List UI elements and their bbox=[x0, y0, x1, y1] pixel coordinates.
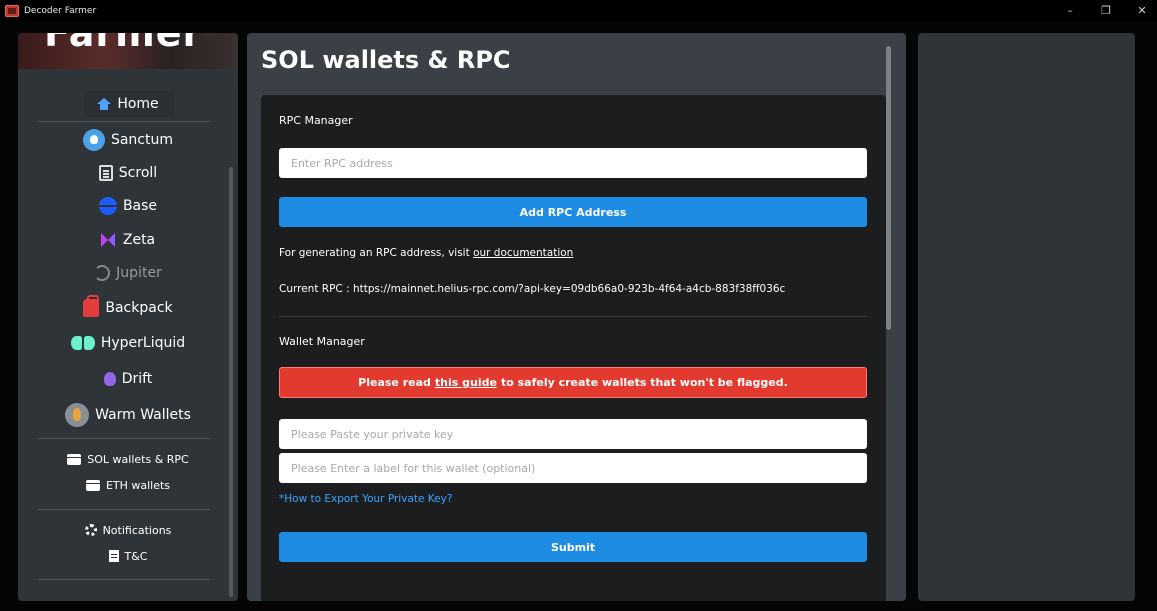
sidebar-item-label: Drift bbox=[121, 371, 153, 387]
minimize-icon[interactable]: – bbox=[1063, 0, 1077, 22]
restore-icon[interactable]: ❐ bbox=[1099, 0, 1113, 22]
alert-suffix: to safely create wallets that won't be f… bbox=[500, 376, 788, 389]
right-panel bbox=[918, 33, 1135, 601]
main-scrollbar[interactable] bbox=[886, 46, 891, 330]
app-logo-icon bbox=[5, 5, 19, 17]
sanctum-icon bbox=[82, 129, 105, 151]
backpack-icon bbox=[83, 295, 100, 317]
sidebar-item-label: ETH wallets bbox=[105, 478, 171, 492]
sidebar-item-label: Sanctum bbox=[110, 132, 174, 148]
home-icon bbox=[97, 98, 112, 110]
sidebar-divider bbox=[38, 438, 210, 439]
main-panel: SOL wallets & RPC RPC Manager Add RPC Ad… bbox=[247, 33, 906, 601]
sidebar-item-label: Base bbox=[122, 198, 158, 214]
rpc-manager-label: RPC Manager bbox=[279, 114, 353, 127]
sidebar-item-base[interactable]: Base bbox=[18, 195, 238, 217]
guide-link[interactable]: this guide bbox=[435, 376, 497, 389]
wallet-manager-label: Wallet Manager bbox=[279, 335, 365, 348]
window-titlebar: Decoder Farmer – ❐ ✕ bbox=[0, 0, 1157, 22]
window-title: Decoder Farmer bbox=[24, 6, 97, 16]
sidebar-item-label: HyperLiquid bbox=[100, 335, 186, 351]
rpc-address-input[interactable] bbox=[279, 148, 867, 178]
sidebar-item-hyperliquid[interactable]: HyperLiquid bbox=[18, 332, 238, 354]
settings-card: RPC Manager Add RPC Address For generati… bbox=[261, 95, 886, 601]
sidebar-item-label: Backpack bbox=[105, 300, 173, 316]
sidebar-item-home[interactable]: Home bbox=[18, 93, 238, 115]
base-icon bbox=[98, 197, 117, 215]
sidebar-item-drift[interactable]: Drift bbox=[18, 368, 238, 390]
section-divider bbox=[279, 316, 867, 317]
sidebar-item-label: Scroll bbox=[118, 165, 158, 181]
document-icon bbox=[108, 550, 119, 562]
wallet-icon bbox=[85, 479, 100, 491]
close-icon[interactable]: ✕ bbox=[1135, 0, 1149, 22]
sidebar-item-backpack[interactable]: Backpack bbox=[18, 295, 238, 319]
sidebar-item-zeta[interactable]: Zeta bbox=[18, 229, 238, 251]
sidebar-item-label: T&C bbox=[124, 549, 148, 563]
sidebar-item-label: SOL wallets & RPC bbox=[87, 452, 189, 466]
zeta-icon bbox=[100, 233, 117, 247]
sidebar-item-scroll[interactable]: Scroll bbox=[18, 162, 238, 184]
sidebar-item-sanctum[interactable]: Sanctum bbox=[18, 128, 238, 152]
sidebar-divider bbox=[38, 121, 210, 122]
current-rpc-text: Current RPC : https://mainnet.helius-rpc… bbox=[279, 283, 786, 295]
sidebar-item-label: Zeta bbox=[122, 232, 156, 248]
sidebar-item-label: Warm Wallets bbox=[95, 407, 191, 423]
gear-icon bbox=[84, 524, 97, 536]
hyperliquid-icon bbox=[70, 336, 95, 350]
wallet-warning-alert: Please read this guide to safely create … bbox=[279, 367, 867, 398]
scroll-icon bbox=[98, 165, 113, 181]
rpc-doc-text: For generating an RPC address, visit our… bbox=[279, 247, 573, 259]
banner-text: Farmer bbox=[44, 33, 203, 55]
sidebar-scrollbar[interactable] bbox=[229, 167, 233, 597]
sidebar: Farmer Home Sanctum Scroll Base Zeta Jup… bbox=[18, 33, 238, 601]
sidebar-item-warm-wallets[interactable]: Warm Wallets bbox=[18, 402, 238, 428]
submit-button[interactable]: Submit bbox=[279, 532, 867, 562]
alert-prefix: Please read bbox=[358, 376, 431, 389]
sidebar-item-tc[interactable]: T&C bbox=[18, 547, 238, 565]
wallet-icon bbox=[67, 453, 82, 465]
warm-wallets-icon bbox=[65, 403, 90, 427]
sidebar-item-notifications[interactable]: Notifications bbox=[18, 521, 238, 539]
sidebar-item-jupiter[interactable]: Jupiter bbox=[18, 262, 238, 284]
wallet-label-input[interactable] bbox=[279, 453, 867, 483]
window-controls: – ❐ ✕ bbox=[1063, 0, 1149, 22]
drift-icon bbox=[103, 372, 116, 386]
documentation-link[interactable]: our documentation bbox=[473, 247, 573, 259]
sidebar-item-label: Notifications bbox=[102, 523, 172, 537]
export-private-key-link[interactable]: *How to Export Your Private Key? bbox=[279, 493, 452, 505]
sidebar-item-label: Jupiter bbox=[116, 265, 162, 281]
jupiter-icon bbox=[94, 265, 111, 281]
sidebar-divider bbox=[38, 509, 210, 510]
sidebar-banner: Farmer bbox=[18, 33, 236, 69]
sidebar-item-eth-wallets[interactable]: ETH wallets bbox=[18, 476, 238, 494]
sidebar-item-sol-wallets[interactable]: SOL wallets & RPC bbox=[18, 450, 238, 468]
doc-text-prefix: For generating an RPC address, visit bbox=[279, 247, 474, 259]
sidebar-divider bbox=[38, 579, 210, 580]
private-key-input[interactable] bbox=[279, 419, 867, 449]
sidebar-item-label: Home bbox=[117, 96, 159, 112]
add-rpc-button[interactable]: Add RPC Address bbox=[279, 197, 867, 227]
page-title: SOL wallets & RPC bbox=[261, 46, 511, 74]
